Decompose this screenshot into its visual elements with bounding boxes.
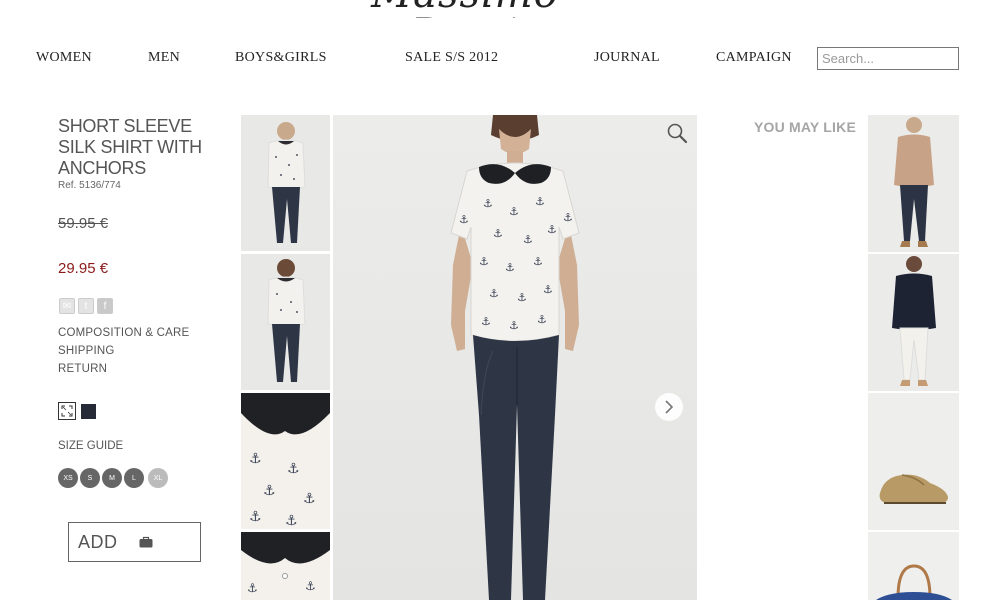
size-guide-link[interactable]: SIZE GUIDE xyxy=(58,440,123,452)
email-share-button[interactable]: ✉ xyxy=(59,298,75,314)
facebook-icon: f xyxy=(103,300,107,312)
size-xs-button[interactable]: XS xyxy=(58,468,78,488)
composition-care-link[interactable]: COMPOSITION & CARE xyxy=(58,327,189,339)
color-swatch-navy[interactable] xyxy=(81,404,96,419)
svg-text:⚓: ⚓ xyxy=(303,491,316,507)
recommendation-item[interactable] xyxy=(868,532,959,600)
size-xl-button[interactable]: XL xyxy=(148,468,168,488)
nav-boys-girls[interactable]: BOYS&GIRLS xyxy=(235,50,327,66)
svg-text:⚓: ⚓ xyxy=(483,197,493,210)
product-reference: Ref. 5136/774 xyxy=(58,180,121,191)
collar-detail-thumbnail: ⚓⚓⚓ ⚓⚓ ⚓ xyxy=(241,393,330,529)
svg-text:⚓: ⚓ xyxy=(543,283,553,296)
email-icon: ✉ xyxy=(62,300,72,312)
button-detail-thumbnail: ⚓ ⚓ xyxy=(241,532,330,600)
size-m-button[interactable]: M xyxy=(102,468,122,488)
return-link[interactable]: RETURN xyxy=(58,363,107,375)
model-front-thumbnail xyxy=(241,115,330,251)
svg-text:⚓: ⚓ xyxy=(563,211,573,224)
thumbnail-front[interactable] xyxy=(241,115,330,251)
svg-text:⚓: ⚓ xyxy=(249,509,262,525)
view-swatch-button[interactable] xyxy=(58,402,76,420)
next-image-button[interactable] xyxy=(655,393,683,421)
svg-text:⚓: ⚓ xyxy=(263,483,276,499)
product-title: SHORT SLEEVE SILK SHIRT WITH ANCHORS xyxy=(58,116,202,178)
nav-women[interactable]: WOMEN xyxy=(36,50,92,66)
svg-text:⚓: ⚓ xyxy=(493,227,503,240)
svg-text:⚓: ⚓ xyxy=(547,223,557,236)
you-may-like-heading: YOU MAY LIKE xyxy=(754,119,856,135)
size-s-button[interactable]: S xyxy=(80,468,100,488)
svg-text:⚓: ⚓ xyxy=(247,581,258,595)
thumbnail-button-detail[interactable]: ⚓ ⚓ xyxy=(241,532,330,600)
thumbnail-collar-detail[interactable]: ⚓ ⚓ ⚓ ⚓ ⚓ ⚓ xyxy=(241,393,330,529)
svg-text:⚓: ⚓ xyxy=(481,315,491,328)
search-input[interactable] xyxy=(817,47,959,70)
model-back-thumbnail xyxy=(241,254,330,390)
model-main-illustration: ⚓⚓⚓ ⚓ ⚓⚓ ⚓ ⚓ ⚓ ⚓ ⚓⚓ ⚓ ⚓ ⚓ ⚓ ⚓ xyxy=(450,115,580,600)
svg-text:⚓: ⚓ xyxy=(505,261,515,274)
svg-text:⚓: ⚓ xyxy=(489,287,499,300)
shopping-bag-icon xyxy=(139,536,153,548)
svg-text:⚓: ⚓ xyxy=(285,513,298,529)
sale-price: 29.95 € xyxy=(58,260,109,277)
model-beige-sweater-image xyxy=(868,115,959,252)
recommendation-item[interactable] xyxy=(868,393,959,530)
facebook-share-button[interactable]: f xyxy=(97,298,113,314)
twitter-icon: t xyxy=(84,300,88,312)
twitter-share-button[interactable]: t xyxy=(78,298,94,314)
expand-icon xyxy=(61,405,73,417)
svg-text:⚓: ⚓ xyxy=(287,461,300,477)
gold-oxford-shoe-image xyxy=(868,393,959,530)
main-product-image: ⚓ ⚓ ⚓ ⚓ ⚓ ⚓ ⚓ ⚓ ⚓ ⚓ ⚓ ⚓ ⚓ ⚓ ⚓ ⚓ ⚓ xyxy=(333,115,697,600)
svg-text:⚓: ⚓ xyxy=(509,319,519,332)
nav-campaign[interactable]: CAMPAIGN xyxy=(716,50,792,66)
recommendation-item[interactable] xyxy=(868,115,959,252)
blue-tote-bag-image xyxy=(868,532,959,600)
size-l-button[interactable]: L xyxy=(124,468,144,488)
svg-text:⚓: ⚓ xyxy=(479,255,489,268)
svg-text:⚓: ⚓ xyxy=(249,451,262,467)
shipping-link[interactable]: SHIPPING xyxy=(58,345,115,357)
nav-men[interactable]: MEN xyxy=(148,50,180,66)
svg-text:⚓: ⚓ xyxy=(517,291,527,304)
svg-text:⚓: ⚓ xyxy=(535,195,545,208)
model-navy-sweater-image xyxy=(868,254,959,391)
thumbnail-back[interactable] xyxy=(241,254,330,390)
recommendation-item[interactable] xyxy=(868,254,959,391)
svg-text:⚓: ⚓ xyxy=(305,579,316,593)
nav-sale[interactable]: SALE S/S 2012 xyxy=(405,50,498,66)
original-price: 59.95 € xyxy=(58,215,109,232)
zoom-icon[interactable] xyxy=(666,122,688,144)
svg-text:⚓: ⚓ xyxy=(533,255,543,268)
brand-logo[interactable]: Massimo Dutti xyxy=(330,0,600,18)
add-to-bag-button[interactable]: ADD xyxy=(68,522,201,562)
svg-text:⚓: ⚓ xyxy=(509,205,519,218)
svg-text:⚓: ⚓ xyxy=(459,213,469,226)
chevron-right-icon xyxy=(665,400,674,414)
nav-journal[interactable]: JOURNAL xyxy=(594,50,660,66)
svg-text:⚓: ⚓ xyxy=(523,233,533,246)
svg-text:⚓: ⚓ xyxy=(537,313,547,326)
add-label: ADD xyxy=(78,531,118,552)
